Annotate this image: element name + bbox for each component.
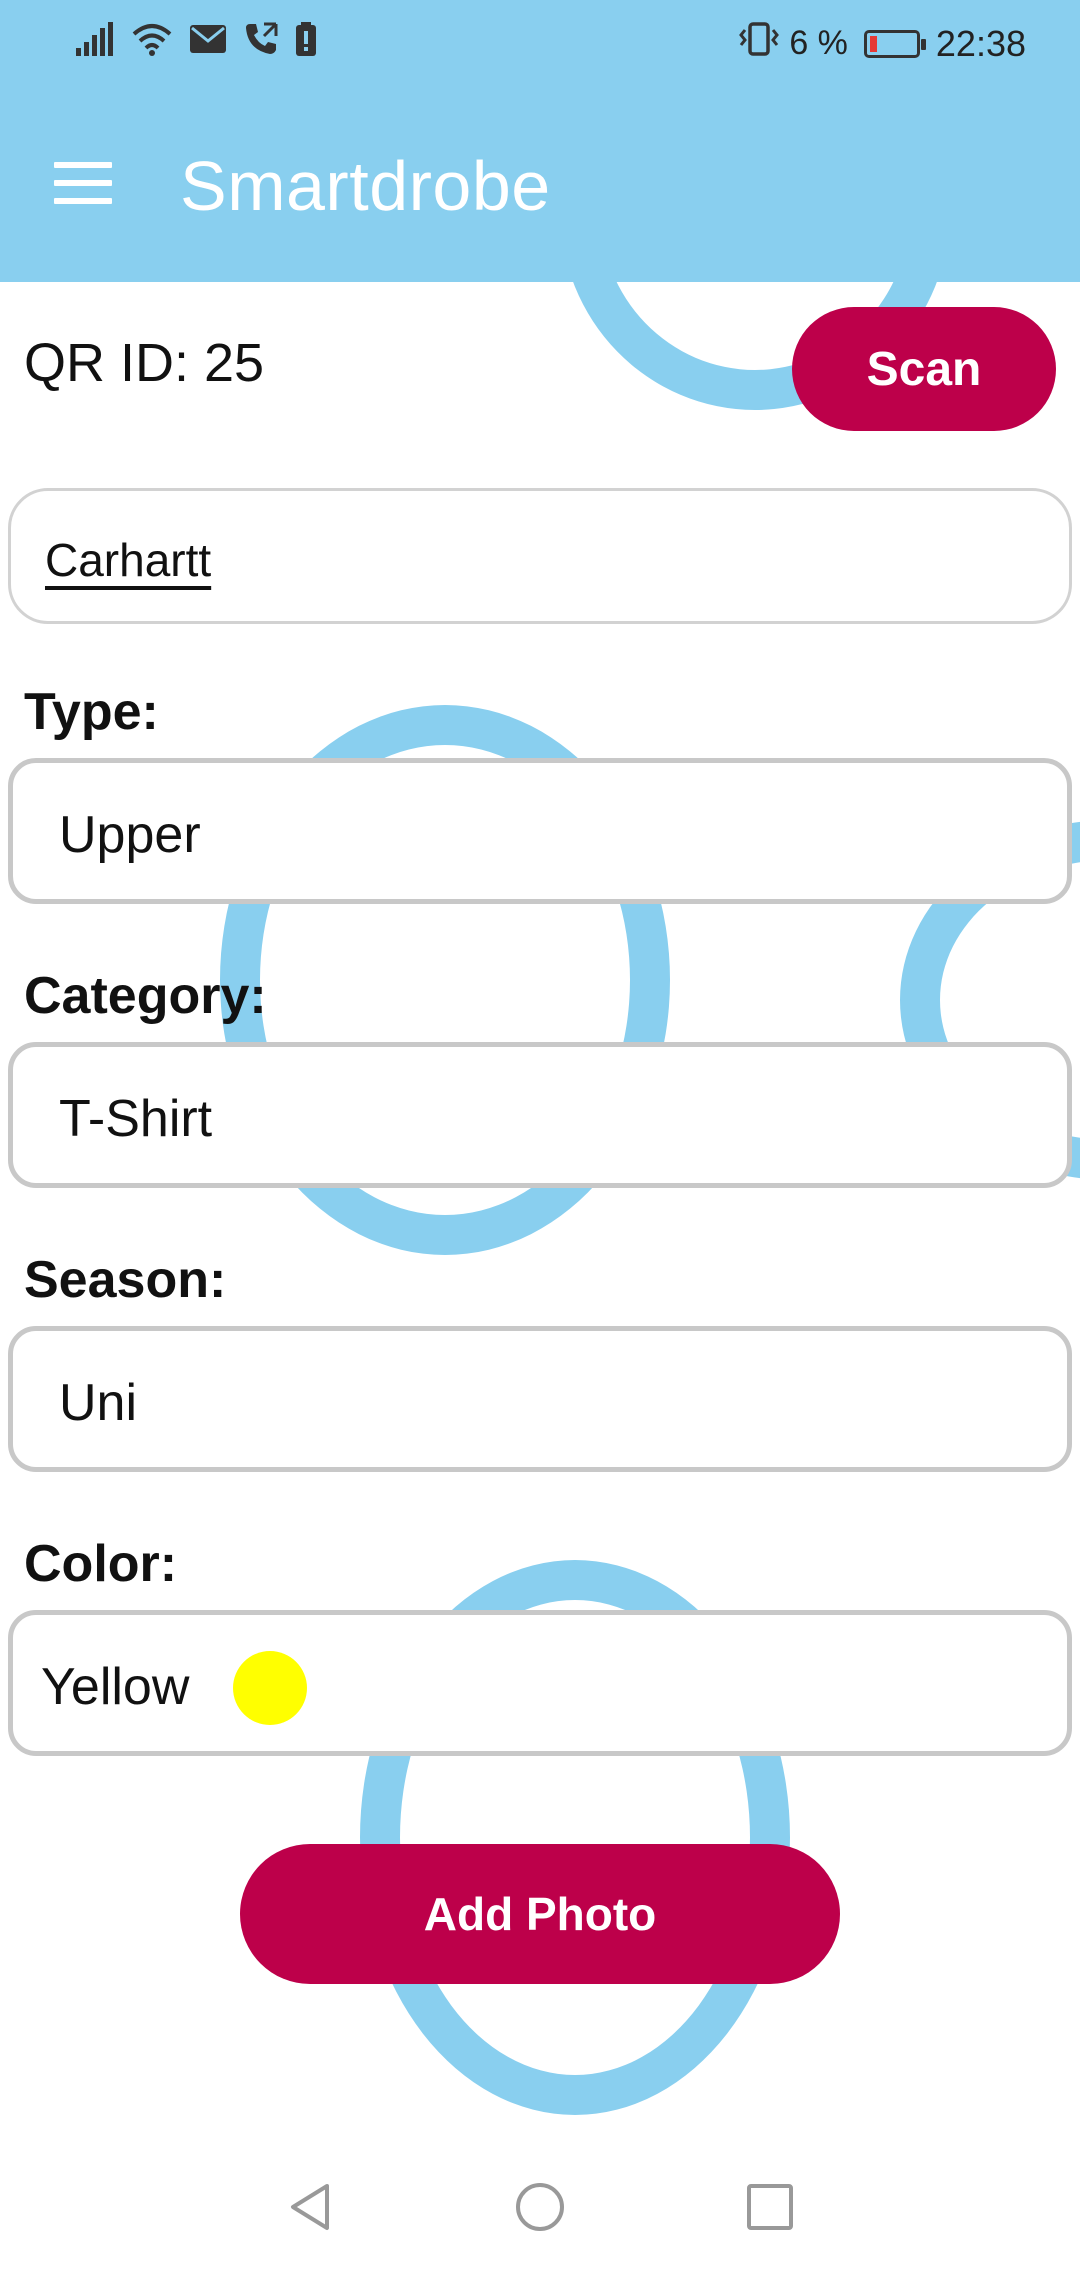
add-photo-button[interactable]: Add Photo: [240, 1844, 840, 1984]
app-title: Smartdrobe: [180, 147, 551, 225]
mail-icon: [190, 25, 226, 58]
qr-id-label: QR ID: 25: [24, 333, 265, 393]
battery-percent: 6 %: [789, 24, 848, 62]
color-select[interactable]: Yellow: [8, 1610, 1072, 1756]
color-label: Color:: [24, 1535, 178, 1593]
app-root: 6 % 22:38 Smartdrobe QR ID: 25 Scan Carh…: [0, 0, 1080, 2280]
vibrate-icon: [739, 22, 780, 65]
status-icons-right: 6 % 22:38: [739, 22, 1026, 65]
battery-icon: [863, 29, 926, 58]
top-bar: 6 % 22:38 Smartdrobe: [0, 0, 1080, 282]
wifi-icon: [132, 22, 172, 61]
season-label: Season:: [24, 1251, 227, 1309]
season-select[interactable]: Uni: [8, 1326, 1072, 1472]
status-icons-left: [76, 22, 316, 61]
brand-input-value: Carhartt: [45, 534, 212, 586]
season-select-value: Uni: [59, 1374, 138, 1432]
category-select-value: T-Shirt: [59, 1090, 213, 1148]
back-icon[interactable]: [283, 2180, 337, 2234]
battery-alert-icon: [296, 22, 316, 61]
recents-icon[interactable]: [743, 2180, 797, 2234]
home-icon[interactable]: [513, 2180, 567, 2234]
color-select-value: Yellow: [41, 1658, 190, 1716]
type-select[interactable]: Upper: [8, 758, 1072, 904]
scan-button[interactable]: Scan: [792, 307, 1056, 431]
status-time: 22:38: [935, 22, 1026, 64]
navigation-bar: [0, 2130, 1080, 2280]
category-select[interactable]: T-Shirt: [8, 1042, 1072, 1188]
hamburger-menu-icon[interactable]: [54, 162, 112, 206]
call-icon: [244, 22, 278, 61]
type-label: Type:: [24, 683, 159, 741]
status-bar: 6 % 22:38: [0, 0, 1080, 92]
type-select-value: Upper: [59, 806, 201, 864]
brand-input[interactable]: Carhartt: [8, 488, 1072, 624]
app-bar: Smartdrobe: [0, 92, 1080, 282]
battery-level: [869, 35, 877, 52]
category-label: Category:: [24, 967, 267, 1025]
color-swatch: [233, 1651, 307, 1725]
signal-icon: [76, 22, 114, 61]
